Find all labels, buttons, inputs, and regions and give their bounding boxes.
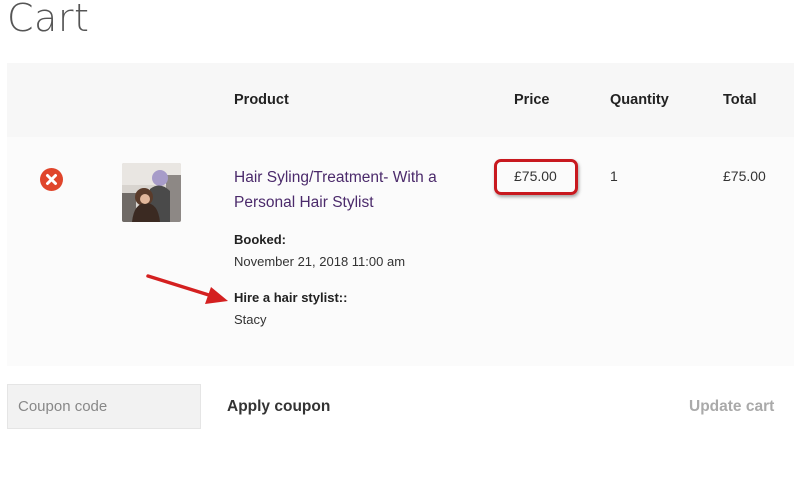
column-header-quantity: Quantity	[610, 92, 669, 108]
coupon-code-input[interactable]	[7, 384, 201, 429]
cart-item-row: Hair Syling/Treatment- With a Personal H…	[7, 137, 794, 366]
column-header-price: Price	[514, 92, 550, 108]
product-name-link[interactable]: Hair Syling/Treatment- With a Personal H…	[234, 165, 464, 215]
item-quantity[interactable]: 1	[610, 168, 618, 184]
column-header-total: Total	[723, 92, 757, 108]
item-price: £75.00	[514, 168, 557, 184]
item-total: £75.00	[723, 168, 766, 184]
table-header-row: Product Price Quantity Total	[7, 63, 794, 137]
booked-label: Booked:	[234, 232, 286, 247]
booked-value: November 21, 2018 11:00 am	[234, 254, 406, 269]
remove-item-button[interactable]	[40, 168, 63, 191]
page-title: Cart	[7, 0, 90, 40]
annotation-arrow-icon	[146, 274, 228, 304]
close-icon	[46, 174, 57, 185]
column-header-product: Product	[234, 92, 289, 108]
cart-table: Product Price Quantity Total Hair Syling…	[7, 63, 794, 366]
apply-coupon-button[interactable]: Apply coupon	[213, 384, 344, 429]
update-cart-button[interactable]: Update cart	[677, 384, 786, 429]
product-image	[122, 163, 181, 222]
product-thumbnail[interactable]	[122, 163, 181, 222]
stylist-label: Hire a hair stylist::	[234, 290, 348, 305]
stylist-value: Stacy	[234, 312, 267, 327]
